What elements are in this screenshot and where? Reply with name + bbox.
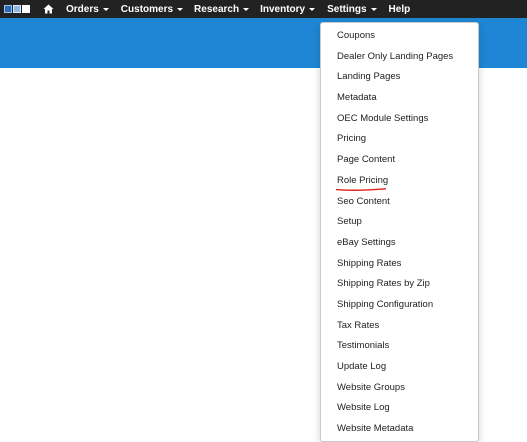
menu-item-label: Pricing — [337, 133, 367, 145]
menu-item-testimonials[interactable]: Testimonials — [321, 336, 478, 357]
menu-item-label: Landing Pages — [337, 71, 401, 83]
logo-square-dark — [4, 5, 12, 13]
menu-item-label: Seo Content — [337, 195, 390, 207]
menu-item-label: Tax Rates — [337, 319, 380, 331]
caret-down-icon — [177, 7, 184, 11]
nav-customers-label: Customers — [120, 3, 174, 15]
settings-menu-list: Coupons Dealer Only Landing Pages Landin… — [321, 26, 478, 440]
menu-item-label: Website Metadata — [337, 423, 414, 435]
menu-item-landing-pages[interactable]: Landing Pages — [321, 67, 478, 88]
menu-item-tax-rates[interactable]: Tax Rates — [321, 316, 478, 337]
menu-item-setup[interactable]: Setup — [321, 212, 478, 233]
menu-item-label: OEC Module Settings — [337, 112, 429, 124]
menu-item-pricing[interactable]: Pricing — [321, 129, 478, 150]
nav-inventory[interactable]: Inventory — [260, 3, 316, 15]
menu-item-role-pricing[interactable]: Role Pricing — [321, 171, 478, 192]
menu-item-coupons[interactable]: Coupons — [321, 26, 478, 47]
menu-item-label: eBay Settings — [337, 236, 396, 248]
menu-item-shipping-configuration[interactable]: Shipping Configuration — [321, 295, 478, 316]
logo-square-white — [22, 5, 30, 13]
settings-dropdown-menu: Coupons Dealer Only Landing Pages Landin… — [320, 22, 479, 442]
caret-down-icon — [370, 7, 377, 11]
nav-orders-label: Orders — [66, 3, 99, 15]
menu-item-metadata[interactable]: Metadata — [321, 88, 478, 109]
nav-inventory-label: Inventory — [260, 3, 306, 15]
menu-item-label: Setup — [337, 216, 362, 228]
menu-item-ebay-settings[interactable]: eBay Settings — [321, 233, 478, 254]
nav-research-label: Research — [194, 3, 240, 15]
nav-customers[interactable]: Customers — [120, 3, 184, 15]
nav-research[interactable]: Research — [194, 3, 250, 15]
menu-item-shipping-rates[interactable]: Shipping Rates — [321, 254, 478, 275]
top-navbar: Orders Customers Research Inventory Sett… — [0, 0, 527, 18]
menu-item-label: Metadata — [337, 92, 377, 104]
caret-down-icon — [309, 7, 316, 11]
menu-item-label: Website Log — [337, 402, 390, 414]
caret-down-icon — [243, 7, 250, 11]
menu-item-label: Shipping Rates by Zip — [337, 278, 430, 290]
nav-settings-label: Settings — [327, 3, 367, 15]
menu-item-label: Coupons — [337, 30, 376, 41]
menu-item-label: Website Groups — [337, 381, 405, 393]
caret-down-icon — [102, 7, 109, 11]
menu-item-label: Update Log — [337, 361, 387, 372]
menu-item-page-content[interactable]: Page Content — [321, 150, 478, 171]
menu-item-seo-content[interactable]: Seo Content — [321, 192, 478, 213]
nav-help[interactable]: Help — [389, 4, 411, 15]
app-logo[interactable] — [4, 5, 30, 13]
nav-help-label: Help — [388, 3, 411, 15]
menu-item-dealer-only-landing-pages[interactable]: Dealer Only Landing Pages — [321, 47, 478, 68]
menu-item-label: Shipping Configuration — [337, 298, 434, 310]
nav-settings[interactable]: Settings — [327, 3, 377, 15]
menu-item-website-log[interactable]: Website Log — [321, 398, 478, 419]
menu-item-update-log[interactable]: Update Log — [321, 357, 478, 378]
menu-item-label: Page Content — [337, 154, 396, 166]
menu-item-website-metadata[interactable]: Website Metadata — [321, 419, 478, 440]
menu-item-label: Testimonials — [337, 340, 390, 352]
home-icon[interactable] — [42, 3, 54, 15]
menu-item-oec-module-settings[interactable]: OEC Module Settings — [321, 109, 478, 130]
menu-item-website-groups[interactable]: Website Groups — [321, 378, 478, 399]
menu-item-label: Role Pricing — [336, 171, 389, 192]
role-pricing-label: Role Pricing — [337, 174, 389, 186]
logo-square-light — [13, 5, 21, 13]
menu-item-shipping-rates-by-zip[interactable]: Shipping Rates by Zip — [321, 274, 478, 295]
menu-item-label: Dealer Only Landing Pages — [337, 50, 454, 62]
nav-orders[interactable]: Orders — [66, 4, 109, 15]
menu-item-label: Shipping Rates — [337, 257, 402, 269]
